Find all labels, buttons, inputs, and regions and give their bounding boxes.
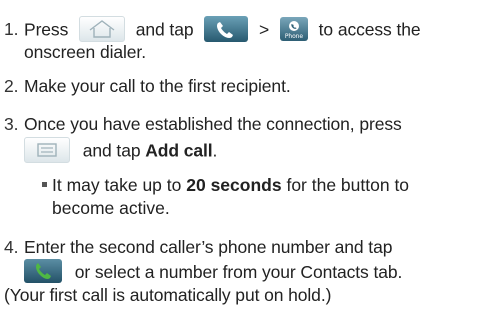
step-text: Make your call to the first recipient.	[24, 76, 291, 96]
add-call-label: Add call	[145, 140, 213, 161]
step-number: 3.	[4, 114, 19, 134]
call-handset-icon	[204, 16, 249, 42]
step-text: or select a number from your Contacts ta…	[74, 262, 403, 282]
step-text: Press	[24, 19, 69, 40]
step-4-line-2-content: or select a number from your Contacts ta…	[24, 259, 403, 285]
phone-app-label: Phone	[284, 33, 303, 40]
note-text: It may take up to	[52, 175, 182, 195]
step-text: Once you have established the connection…	[24, 114, 402, 134]
step-text: to access the	[318, 19, 421, 40]
note: It may take up to 20 seconds for the but…	[42, 174, 409, 196]
note-bold: 20 seconds	[186, 175, 282, 195]
step-number: 2.	[4, 76, 19, 96]
step-text: and tap	[135, 19, 194, 40]
note-text: for the button to	[286, 175, 410, 195]
instruction-page: 1. Press and tap > Phone to access the o…	[0, 0, 484, 317]
call-button-icon	[24, 259, 62, 284]
step-text: >	[259, 19, 270, 40]
home-key-icon	[79, 16, 125, 42]
phone-app-icon: Phone	[279, 17, 308, 41]
step-3-line-2: and tap Add call.	[24, 137, 218, 165]
note-text: become active.	[52, 198, 170, 218]
bullet-icon	[42, 181, 47, 187]
step-number: 1.	[4, 19, 19, 39]
note-continuation: become active.	[52, 197, 170, 219]
menu-key-icon	[24, 137, 70, 163]
step-text: (Your first call is automatically put on…	[4, 285, 332, 305]
step-text: and tap	[82, 140, 141, 161]
step-number: 4.	[4, 237, 19, 257]
step-text: onscreen dialer.	[24, 42, 146, 62]
step-text: Enter the second caller’s phone number a…	[24, 237, 393, 257]
step-text: .	[212, 140, 218, 161]
